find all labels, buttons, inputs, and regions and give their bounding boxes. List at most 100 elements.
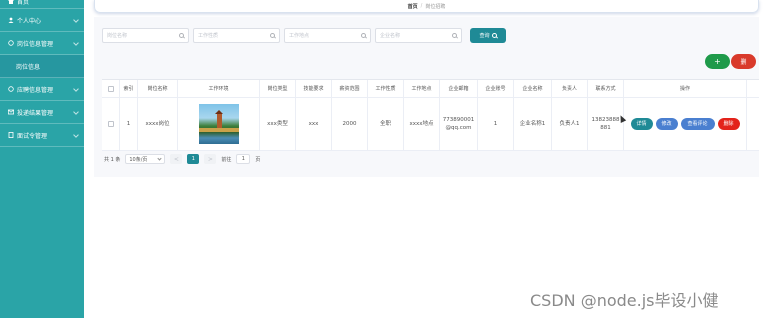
column-header: 企业邮箱 (440, 80, 478, 97)
main-content: 首页 / 岗位招聘 岗位名称 工作性质 工作地点 企业名称 查询 + 删 索引 … (84, 0, 763, 318)
job-table: 索引 岗位名称 工作环境 岗位类型 技能要求 薪资范围 工作性质 工作地点 企业… (102, 79, 759, 151)
batch-delete-label: 删 (740, 59, 747, 66)
delete-button[interactable]: 删除 (717, 118, 740, 130)
sidebar-item-label: 应聘信息管理 (17, 86, 54, 94)
work-place-placeholder: 工作地点 (289, 33, 310, 39)
cell-job-name: xxxx岗位 (138, 98, 178, 150)
watermark: CSDN @node.js毕设小健 (530, 291, 719, 310)
cell-operations: 详情 修改 查看评论 删除 (624, 98, 747, 150)
breadcrumb-home[interactable]: 首页 (408, 3, 418, 10)
sidebar-item-home[interactable]: 首页 (0, 0, 84, 9)
column-header: 岗位名称 (138, 80, 178, 97)
search-button-label: 查询 (479, 33, 490, 39)
column-header: 工作地点 (404, 80, 440, 97)
view-comments-button[interactable]: 查看评论 (680, 118, 715, 130)
job-name-placeholder: 岗位名称 (107, 33, 128, 39)
column-header: 联系方式 (588, 80, 624, 97)
home-icon (7, 0, 14, 5)
column-header: 技能要求 (296, 80, 332, 97)
column-header: 索引 (120, 80, 138, 97)
search-bar: 岗位名称 工作性质 工作地点 企业名称 查询 (102, 28, 506, 43)
sidebar-item-application-management[interactable]: 应聘信息管理 (0, 78, 84, 101)
sidebar-item-interview-management[interactable]: 面试令管理 (0, 124, 84, 147)
edit-button[interactable]: 修改 (655, 118, 678, 130)
add-button[interactable]: + (705, 54, 730, 69)
operation-buttons: 详情 修改 查看评论 删除 (626, 118, 744, 130)
cell-skill: xxx (296, 98, 332, 150)
search-icon (491, 33, 497, 38)
column-header: 负责人 (552, 80, 588, 97)
column-header: 薪资范围 (332, 80, 368, 97)
page-size-value: 10条/页 (129, 156, 148, 163)
search-button[interactable]: 查询 (470, 28, 506, 43)
circle-icon (7, 40, 14, 47)
sidebar-item-job-info[interactable]: 岗位信息 (0, 55, 84, 78)
chevron-down-icon (73, 132, 79, 138)
cell-index: 1 (120, 98, 138, 150)
company-name-input[interactable]: 企业名称 (375, 28, 462, 43)
app-window: 首页 个人中心 岗位信息管理 岗位信息 应聘信息管理 投递结果管理 面试令管理 (0, 0, 763, 318)
sidebar-item-label: 面试令管理 (17, 132, 48, 140)
circle-icon (7, 86, 14, 93)
work-nature-input[interactable]: 工作性质 (193, 28, 280, 43)
sidebar-item-personal-center[interactable]: 个人中心 (0, 9, 84, 32)
chevron-down-icon (73, 86, 79, 92)
goto-page-input[interactable]: 1 (236, 154, 251, 164)
sidebar-item-job-management[interactable]: 岗位信息管理 (0, 32, 84, 55)
cell-company-name: 企业名称1 (514, 98, 552, 150)
cell-work-environment (178, 98, 260, 150)
row-select-cell[interactable] (102, 98, 120, 150)
sidebar-item-label: 投递结果管理 (17, 109, 54, 117)
table-row: 1 xxxx岗位 xxx类型 xxx 2000 全职 xxxx地点 773890… (102, 98, 759, 151)
sidebar-item-label: 首页 (17, 0, 30, 6)
total-count: 共 1 条 (104, 156, 121, 163)
doc-icon (7, 132, 14, 139)
sidebar-item-label: 岗位信息 (16, 63, 41, 71)
page-unit-label: 页 (255, 156, 261, 163)
next-page-button[interactable]: > (204, 154, 217, 164)
job-name-input[interactable]: 岗位名称 (102, 28, 189, 43)
chevron-down-icon (73, 40, 79, 46)
batch-delete-button[interactable]: 删 (731, 54, 756, 69)
detail-button[interactable]: 详情 (630, 118, 653, 130)
page-number-button[interactable]: 1 (187, 154, 200, 164)
breadcrumb-current: 岗位招聘 (425, 3, 446, 10)
breadcrumb: 首页 / 岗位招聘 (94, 0, 759, 13)
cell-work-place: xxxx地点 (404, 98, 440, 150)
pagination: 共 1 条 10条/页 < 1 > 前往 1 页 (104, 154, 260, 164)
column-header: 操作 (624, 80, 747, 97)
work-environment-image (198, 104, 239, 144)
search-icon (452, 33, 457, 38)
chevron-down-icon (73, 17, 79, 23)
column-header: 工作性质 (368, 80, 404, 97)
select-all-checkbox[interactable] (107, 85, 114, 92)
chevron-down-icon (157, 155, 162, 161)
chevron-down-icon (73, 109, 79, 115)
list-panel: 岗位名称 工作性质 工作地点 企业名称 查询 + 删 索引 岗位名称 工作环境 … (94, 17, 759, 177)
add-button-label: + (714, 57, 721, 66)
work-place-input[interactable]: 工作地点 (284, 28, 371, 43)
cell-company-account: 1 (478, 98, 514, 150)
sidebar-item-label: 岗位信息管理 (17, 40, 54, 48)
column-header: 企业名称 (514, 80, 552, 97)
breadcrumb-separator: / (420, 3, 423, 9)
mail-icon (7, 109, 14, 116)
cell-company-email: 773890001@qq.com (440, 98, 478, 150)
cell-manager: 负责人1 (552, 98, 588, 150)
company-name-placeholder: 企业名称 (380, 33, 401, 39)
search-icon (361, 33, 366, 38)
sidebar-item-label: 个人中心 (17, 17, 42, 25)
cell-phone: 13823888881 (588, 98, 624, 150)
search-icon (179, 33, 184, 38)
work-nature-placeholder: 工作性质 (198, 33, 219, 39)
person-icon (7, 17, 14, 24)
prev-page-button[interactable]: < (170, 154, 183, 164)
sidebar-item-delivery-management[interactable]: 投递结果管理 (0, 101, 84, 124)
cell-job-type: xxx类型 (260, 98, 296, 150)
column-header: 工作环境 (178, 80, 260, 97)
cell-work-nature: 全职 (368, 98, 404, 150)
select-all-cell[interactable] (102, 80, 120, 97)
row-checkbox[interactable] (107, 121, 114, 127)
column-header: 企业账号 (478, 80, 514, 97)
page-size-select[interactable]: 10条/页 (125, 154, 166, 164)
